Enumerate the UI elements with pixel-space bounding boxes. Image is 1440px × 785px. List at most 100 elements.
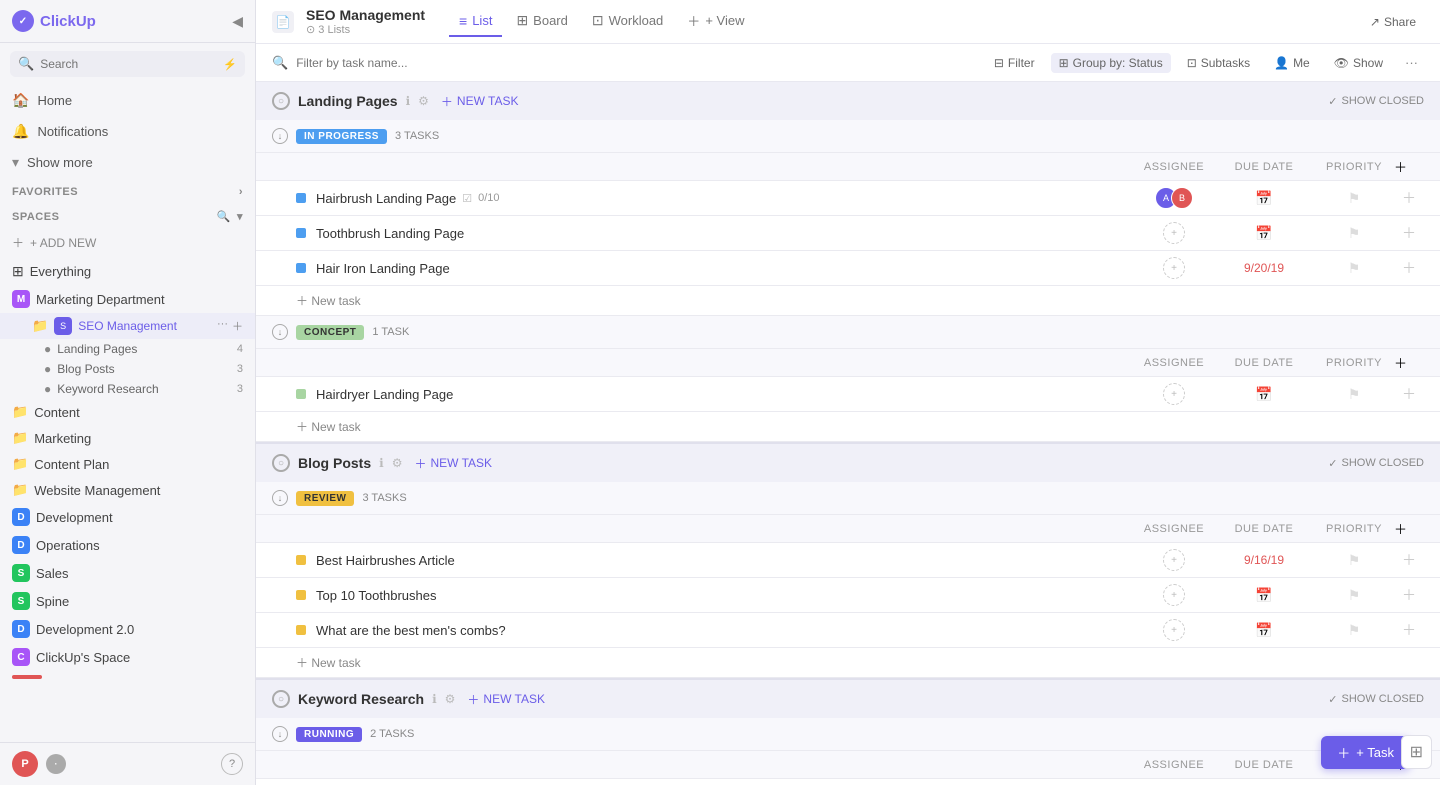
landing-pages-new-task[interactable]: ＋ NEW TASK	[441, 93, 519, 110]
sidebar-item-marketing-department[interactable]: M Marketing Department	[0, 285, 255, 313]
task-add-icon[interactable]: ＋	[1394, 620, 1424, 640]
subtasks-button[interactable]: ⊡ Subtasks	[1179, 53, 1258, 73]
table-row[interactable]: Toothbrush Landing Page + 📅 ⚑ ＋	[256, 216, 1440, 251]
task-assignee[interactable]: +	[1134, 619, 1214, 641]
logo[interactable]: ✓ ClickUp	[12, 10, 96, 32]
collapse-concept-icon[interactable]: ↓	[272, 324, 288, 340]
sidebar-item-keyword-research[interactable]: ● Keyword Research 3	[0, 379, 255, 399]
more-options-icon[interactable]: ···	[217, 318, 228, 334]
search-spaces-icon[interactable]: 🔍	[217, 210, 231, 223]
task-add-icon[interactable]: ＋	[1394, 258, 1424, 278]
keyword-research-show-closed[interactable]: ✓ SHOW CLOSED	[1328, 693, 1424, 706]
add-icon[interactable]: ＋	[232, 318, 243, 334]
filter-input[interactable]	[296, 56, 978, 70]
task-priority[interactable]: ⚑	[1314, 386, 1394, 403]
filter-button[interactable]: ⊟ Filter	[986, 53, 1043, 73]
collapse-button[interactable]: ◀	[232, 13, 243, 30]
collapse-review-icon[interactable]: ↓	[272, 490, 288, 506]
user-avatar[interactable]: P	[12, 751, 38, 777]
task-priority[interactable]: ⚑	[1314, 225, 1394, 242]
sidebar-item-home[interactable]: 🏠 Home	[0, 85, 255, 116]
task-add-icon[interactable]: ＋	[1394, 550, 1424, 570]
collapse-running-icon[interactable]: ↓	[272, 726, 288, 742]
collapse-in-progress-icon[interactable]: ↓	[272, 128, 288, 144]
table-row[interactable]: Hairbrush Landing Page ☑ 0/10 A B 📅 ⚑ ＋	[256, 181, 1440, 216]
task-assignee[interactable]: +	[1134, 257, 1214, 279]
table-row[interactable]: What are the best men's combs? + 📅 ⚑ ＋	[256, 613, 1440, 648]
info-icon[interactable]: ℹ	[406, 94, 411, 108]
tab-list[interactable]: ≡ List	[449, 7, 502, 37]
tab-add-view[interactable]: ＋ + View	[677, 5, 754, 38]
add-column-header[interactable]: ＋	[1394, 353, 1424, 372]
table-row[interactable]: Research Diet Topic + 📅 ⚑ ＋	[256, 779, 1440, 785]
search-box[interactable]: 🔍 ⚡	[10, 51, 245, 77]
sidebar-item-notifications[interactable]: 🔔 Notifications	[0, 116, 255, 147]
sidebar-item-clickup-space[interactable]: C ClickUp's Space	[0, 643, 255, 671]
sidebar-item-everything[interactable]: ⊞ Everything	[0, 258, 255, 285]
table-row[interactable]: Best Hairbrushes Article + 9/16/19 ⚑ ＋	[256, 543, 1440, 578]
sidebar-item-operations[interactable]: D Operations	[0, 531, 255, 559]
secondary-avatar[interactable]: ·	[46, 754, 66, 774]
chevron-down-icon[interactable]: ▾	[237, 210, 243, 223]
sidebar-item-landing-pages[interactable]: ● Landing Pages 4	[0, 339, 255, 359]
new-task-row[interactable]: ＋ New task	[256, 648, 1440, 678]
sidebar-item-development2[interactable]: D Development 2.0	[0, 615, 255, 643]
tab-workload[interactable]: ⊡ Workload	[582, 6, 673, 37]
table-row[interactable]: Top 10 Toothbrushes + 📅 ⚑ ＋	[256, 578, 1440, 613]
share-button[interactable]: ↗ Share	[1362, 11, 1424, 33]
add-task-button[interactable]: ＋ + Task	[1321, 736, 1410, 769]
task-add-icon[interactable]: ＋	[1394, 188, 1424, 208]
table-row[interactable]: Hair Iron Landing Page + 9/20/19 ⚑ ＋	[256, 251, 1440, 286]
blog-posts-new-task[interactable]: ＋ NEW TASK	[414, 455, 492, 472]
info-icon[interactable]: ℹ	[432, 692, 437, 706]
section-collapse-icon[interactable]: ○	[272, 92, 290, 110]
search-input[interactable]	[40, 57, 217, 71]
sidebar-item-seo-management[interactable]: 📁 S SEO Management ··· ＋	[0, 313, 255, 339]
task-priority[interactable]: ⚑	[1314, 552, 1394, 569]
development2-label: Development 2.0	[36, 622, 134, 637]
settings-icon[interactable]: ⚙	[445, 692, 456, 706]
section-collapse-icon[interactable]: ○	[272, 454, 290, 472]
sidebar-item-website-mgmt[interactable]: 📁 Website Management	[0, 477, 255, 503]
task-assignee[interactable]: +	[1134, 549, 1214, 571]
me-button[interactable]: 👤 Me	[1266, 53, 1318, 73]
task-add-icon[interactable]: ＋	[1394, 585, 1424, 605]
task-assignee[interactable]: A B	[1134, 187, 1214, 209]
sidebar-item-marketing[interactable]: 📁 Marketing	[0, 425, 255, 451]
sidebar-item-spine[interactable]: S Spine	[0, 587, 255, 615]
sidebar-item-sales[interactable]: S Sales	[0, 559, 255, 587]
task-priority[interactable]: ⚑	[1314, 587, 1394, 604]
task-add-icon[interactable]: ＋	[1394, 223, 1424, 243]
landing-pages-show-closed[interactable]: ✓ SHOW CLOSED	[1328, 95, 1424, 108]
info-icon[interactable]: ℹ	[379, 456, 384, 470]
section-collapse-icon[interactable]: ○	[272, 690, 290, 708]
group-by-button[interactable]: ⊞ Group by: Status	[1051, 53, 1171, 73]
sidebar-item-content[interactable]: 📁 Content	[0, 399, 255, 425]
task-assignee[interactable]: +	[1134, 383, 1214, 405]
add-column-header[interactable]: ＋	[1394, 157, 1424, 176]
show-button[interactable]: 👁 Show	[1326, 53, 1391, 73]
settings-icon[interactable]: ⚙	[392, 456, 403, 470]
sidebar-item-content-plan[interactable]: 📁 Content Plan	[0, 451, 255, 477]
task-add-icon[interactable]: ＋	[1394, 384, 1424, 404]
blog-posts-show-closed[interactable]: ✓ SHOW CLOSED	[1328, 457, 1424, 470]
task-priority[interactable]: ⚑	[1314, 260, 1394, 277]
settings-icon[interactable]: ⚙	[418, 94, 429, 108]
add-column-header[interactable]: ＋	[1394, 519, 1424, 538]
new-task-row[interactable]: ＋ New task	[256, 286, 1440, 316]
sidebar-item-blog-posts[interactable]: ● Blog Posts 3	[0, 359, 255, 379]
task-assignee[interactable]: +	[1134, 222, 1214, 244]
tab-board[interactable]: ⊞ Board	[506, 6, 577, 37]
more-options-button[interactable]: ···	[1399, 52, 1424, 73]
grid-view-button[interactable]: ⊞	[1401, 735, 1432, 769]
table-row[interactable]: Hairdryer Landing Page + 📅 ⚑ ＋	[256, 377, 1440, 412]
task-priority[interactable]: ⚑	[1314, 190, 1394, 207]
sidebar-item-show-more[interactable]: ▾ Show more	[0, 147, 255, 178]
task-assignee[interactable]: +	[1134, 584, 1214, 606]
add-new-button[interactable]: ＋ + ADD NEW	[0, 227, 255, 258]
task-priority[interactable]: ⚑	[1314, 622, 1394, 639]
new-task-row[interactable]: ＋ New task	[256, 412, 1440, 442]
keyword-research-new-task[interactable]: ＋ NEW TASK	[467, 691, 545, 708]
help-button[interactable]: ?	[221, 753, 243, 775]
sidebar-item-development[interactable]: D Development	[0, 503, 255, 531]
